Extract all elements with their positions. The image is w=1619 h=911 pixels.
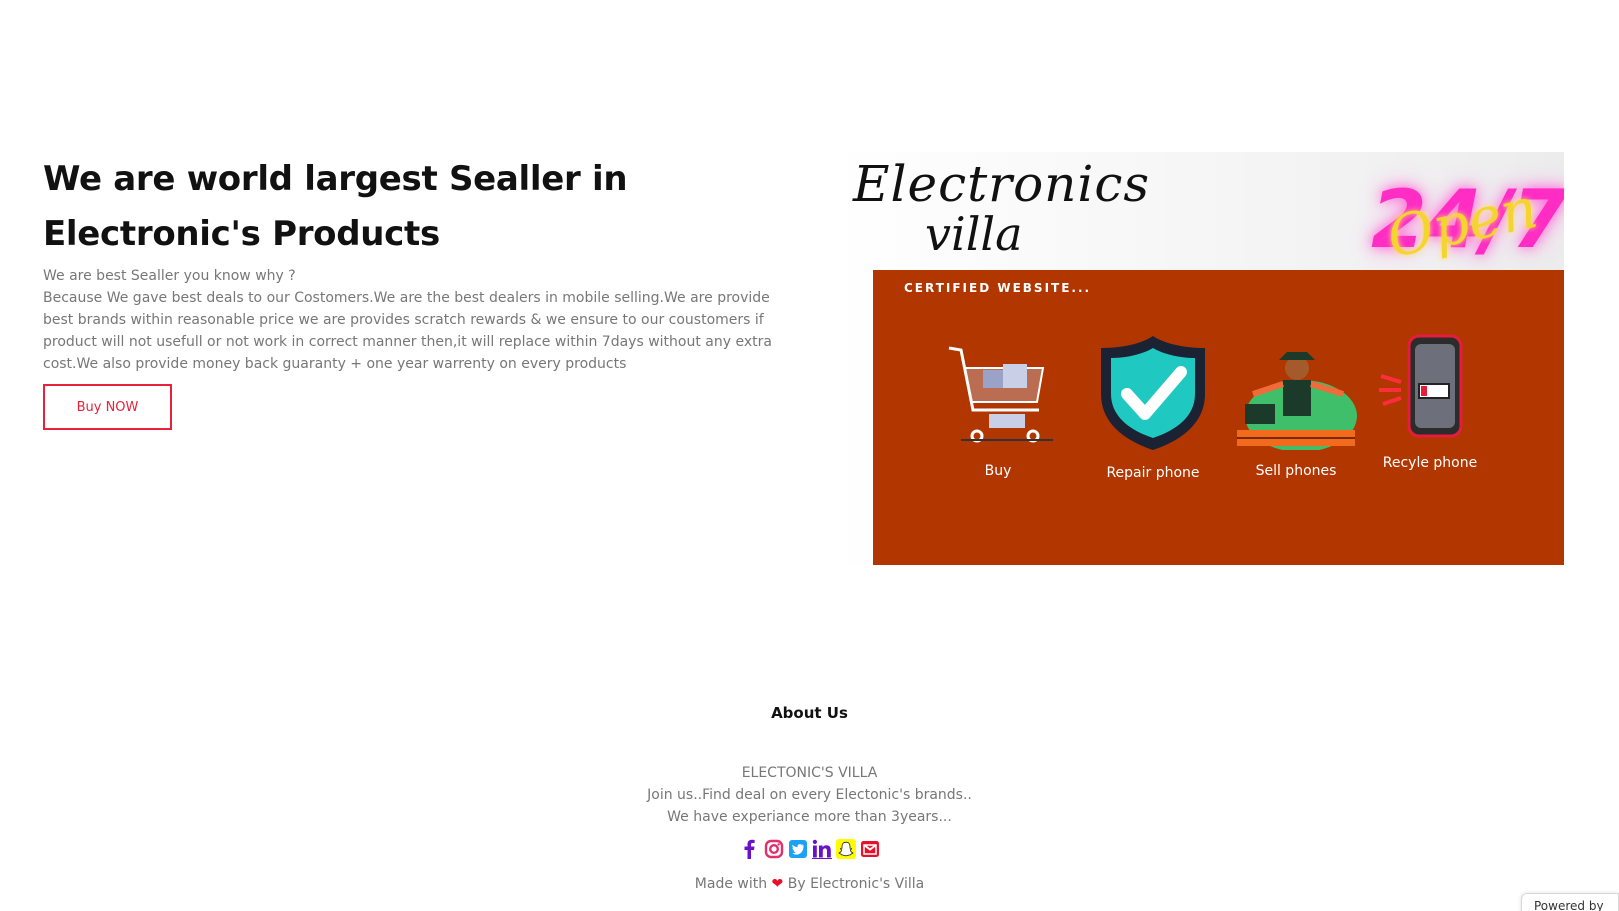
social-links — [740, 838, 880, 860]
snapchat-icon[interactable] — [836, 839, 856, 859]
linkedin-icon[interactable] — [812, 839, 832, 859]
low-battery-phone-icon — [1379, 334, 1463, 438]
twitter-icon[interactable] — [788, 839, 808, 859]
shield-check-icon — [1101, 336, 1205, 450]
feature-label-recycle: Recyle phone — [1382, 455, 1478, 471]
hero-title: We are world largest Sealler in Electron… — [43, 159, 628, 254]
about-title: About Us — [771, 704, 848, 722]
made-with-prefix: Made with — [694, 876, 768, 892]
feature-label-repair: Repair phone — [1106, 465, 1200, 481]
open-24-7-sign: 24/7 Open — [1371, 172, 1564, 271]
instagram-icon[interactable] — [764, 839, 784, 859]
mail-icon[interactable] — [860, 839, 880, 859]
panel-title: CERTIFIED WEBSITE... — [904, 281, 1092, 295]
hero-description: Because We gave best deals to our Costom… — [43, 290, 772, 372]
vendor-icon — [1237, 352, 1357, 450]
about-experience: We have experiance more than 3years... — [667, 809, 952, 825]
about-company-name: ELECTONIC'S VILLA — [741, 765, 878, 781]
feature-sell: Sell phones — [1231, 340, 1361, 482]
powered-by-badge[interactable]: Powered by — [1521, 893, 1619, 911]
page: We are world largest Sealler in Electron… — [0, 0, 1619, 911]
feature-repair: Repair phone — [1093, 332, 1213, 484]
feature-label-buy: Buy — [984, 463, 1012, 479]
promo-banner: Electronics villa 24/7 Open CERTIFIED WE… — [831, 152, 1564, 565]
about-tagline: Join us..Find deal on every Electonic's … — [647, 787, 972, 803]
buy-now-button[interactable]: Buy NOW — [43, 384, 172, 430]
made-with-credit: Made with ❤ By Electronic's Villa — [0, 873, 1619, 895]
brand-name: Electronics — [853, 155, 1151, 213]
feature-buy: Buy — [943, 340, 1053, 482]
certified-panel: CERTIFIED WEBSITE... Buy Repair phone Se… — [873, 270, 1564, 565]
feature-recycle: Recyle phone — [1375, 332, 1485, 474]
hero-lead: We are best Sealler you know why ? — [43, 268, 296, 284]
made-with-suffix: By Electronic's Villa — [787, 876, 925, 892]
facebook-icon[interactable] — [740, 839, 760, 859]
feature-label-sell: Sell phones — [1255, 463, 1337, 479]
shopping-cart-icon — [948, 346, 1053, 443]
brand-name-line2: villa — [925, 207, 1023, 261]
heart-icon: ❤ — [771, 876, 784, 892]
